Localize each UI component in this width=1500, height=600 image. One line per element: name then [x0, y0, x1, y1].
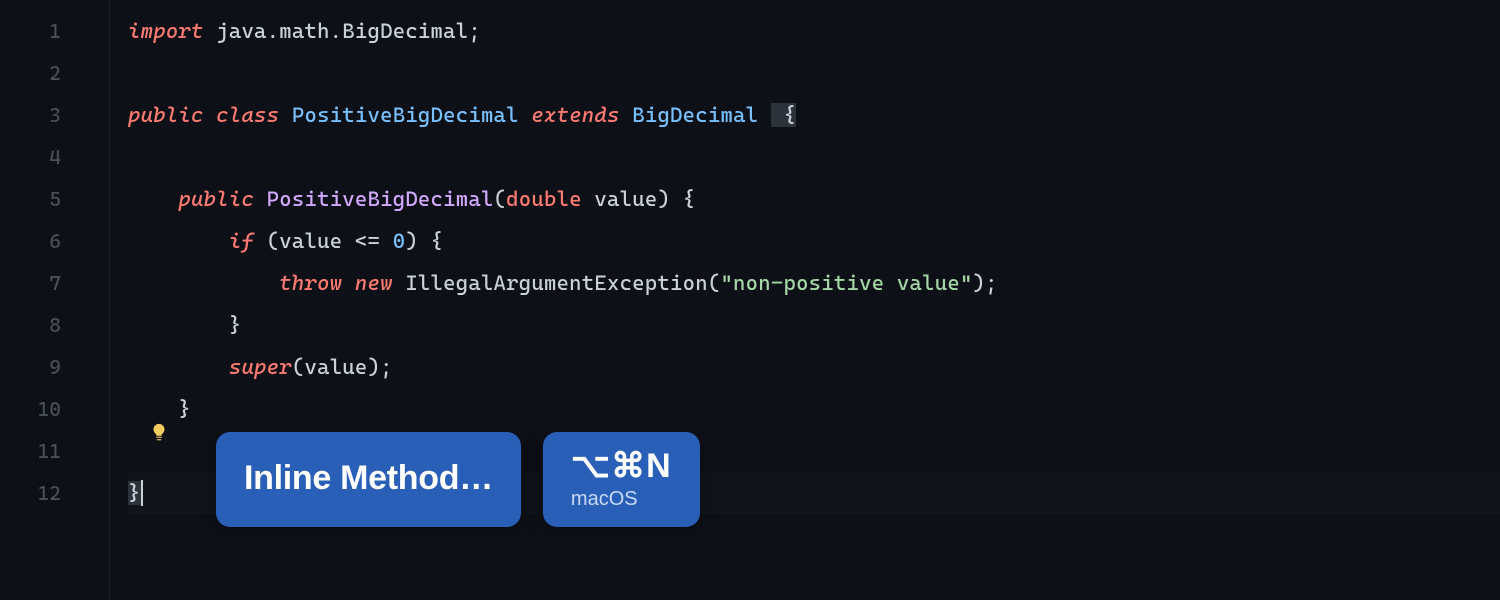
line-number: 5: [0, 178, 109, 220]
line-number: 8: [0, 304, 109, 346]
shortcut-platform: macOS: [571, 488, 672, 511]
line-number: 1: [0, 10, 109, 52]
line-number: 12: [0, 472, 109, 514]
line-number: 3: [0, 94, 109, 136]
lightbulb-icon[interactable]: [148, 422, 170, 444]
action-popup: Inline Method… ⌥⌘N macOS: [216, 432, 700, 527]
code-line[interactable]: throw new IllegalArgumentException("non-…: [128, 262, 1500, 304]
cursor: [141, 480, 143, 506]
shortcut-card: ⌥⌘N macOS: [543, 432, 700, 527]
line-number: 2: [0, 52, 109, 94]
code-line[interactable]: }: [128, 304, 1500, 346]
inline-method-button[interactable]: Inline Method…: [216, 432, 521, 527]
code-line[interactable]: super(value);: [128, 346, 1500, 388]
line-number: 6: [0, 220, 109, 262]
line-number: 7: [0, 262, 109, 304]
line-number: 9: [0, 346, 109, 388]
line-number: 11: [0, 430, 109, 472]
code-line[interactable]: public class PositiveBigDecimal extends …: [128, 94, 1500, 136]
code-line[interactable]: [128, 52, 1500, 94]
line-number: 10: [0, 388, 109, 430]
gutter: 1 2 3 4 5 6 7 8 9 10 11 12: [0, 0, 110, 600]
action-label: Inline Method…: [244, 459, 493, 498]
code-line[interactable]: import java.math.BigDecimal;: [128, 10, 1500, 52]
line-number: 4: [0, 136, 109, 178]
shortcut-keys: ⌥⌘N: [571, 446, 672, 486]
code-line[interactable]: [128, 136, 1500, 178]
code-line[interactable]: if (value <= 0) {: [128, 220, 1500, 262]
code-line[interactable]: }: [128, 388, 1500, 430]
code-line[interactable]: public PositiveBigDecimal(double value) …: [128, 178, 1500, 220]
